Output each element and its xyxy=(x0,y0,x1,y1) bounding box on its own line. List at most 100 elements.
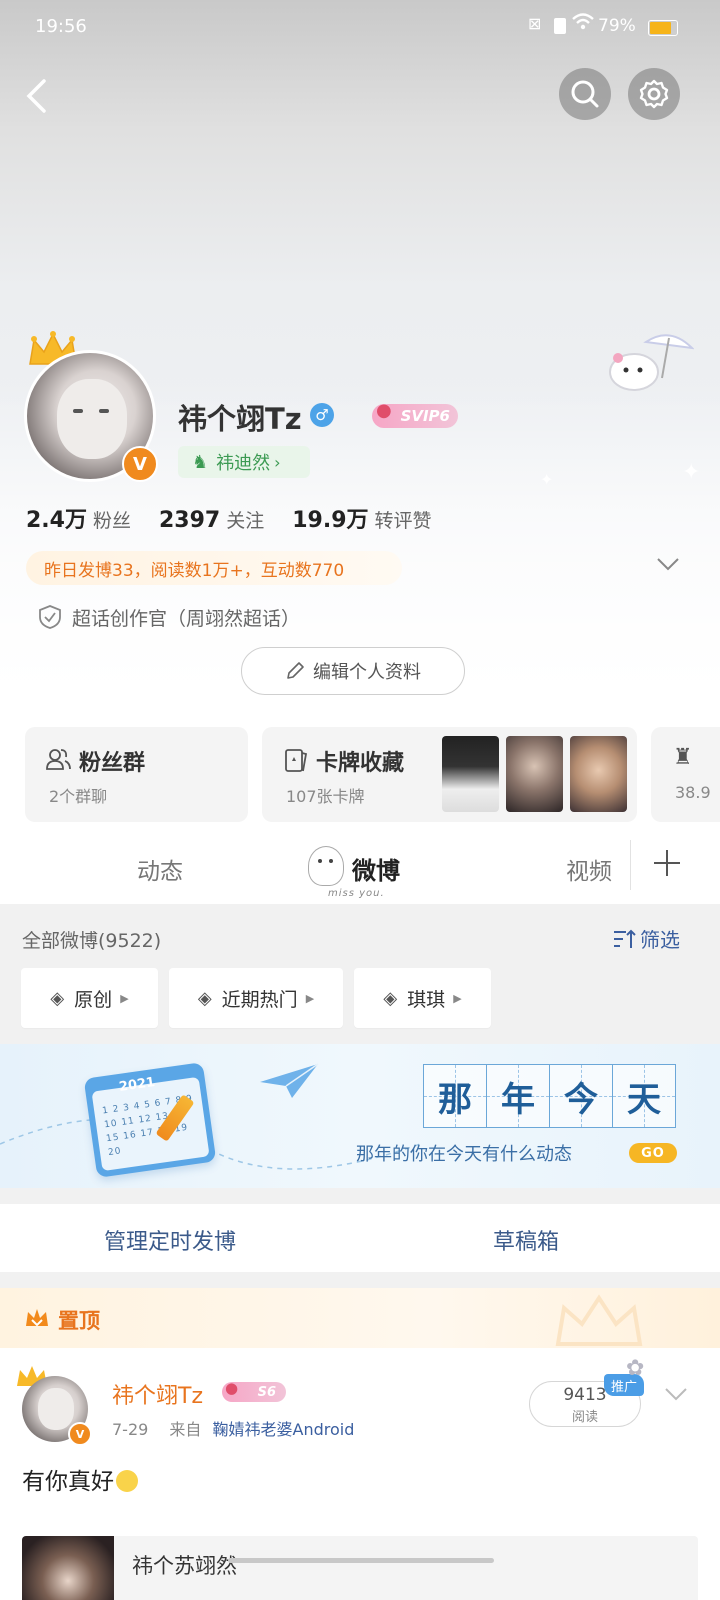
filter-label: 筛选 xyxy=(640,928,680,952)
trophy-icon: ♜ xyxy=(673,745,693,770)
supertopic-role[interactable]: 超话创作官（周翊然超话） xyxy=(72,604,300,631)
expand-chevron-icon[interactable] xyxy=(656,556,680,576)
wifi-icon xyxy=(572,12,594,37)
fan-group-sub: 2个群聊 xyxy=(49,787,108,806)
search-button[interactable] xyxy=(559,68,611,120)
post-source[interactable]: 鞠婧祎老婆Android xyxy=(213,1420,355,1439)
filter-button[interactable]: 筛选 xyxy=(612,924,680,953)
tab-weibo[interactable]: 微博 xyxy=(352,851,400,886)
s6-badge[interactable]: ● S6 xyxy=(222,1379,286,1402)
preview-thumbnail xyxy=(22,1536,114,1600)
scheduled-posts-button[interactable]: 管理定时发博 xyxy=(104,1224,236,1256)
group-tag-label: 祎迪然 xyxy=(216,453,271,474)
post-meta: 7-29 来自 鞠婧祎老婆Android xyxy=(112,1416,354,1440)
search-icon xyxy=(571,80,599,108)
extra-card[interactable]: ♜ 38.9 xyxy=(651,727,720,822)
strawberry-icon: ● xyxy=(376,400,392,421)
caret-right-icon: ▶ xyxy=(120,991,129,1005)
add-tab-button[interactable] xyxy=(652,848,682,882)
stat-followers[interactable]: 2.4万 粉丝 xyxy=(26,502,131,534)
pinned-label: 置顶 xyxy=(58,1309,100,1333)
back-button[interactable] xyxy=(22,78,52,114)
svip-badge[interactable]: ● SVIP6 xyxy=(372,400,458,428)
layers-icon: ◈ xyxy=(383,987,398,1009)
all-posts-count: 全部微博(9522) xyxy=(22,930,162,952)
status-time: 19:56 xyxy=(35,16,87,37)
card-thumbnail[interactable] xyxy=(570,736,627,812)
daily-summary-text: 昨日发博33，阅读数1万+，互动数770 xyxy=(44,560,345,581)
card-collection-sub: 107张卡牌 xyxy=(286,787,365,806)
tab-dynamics[interactable]: 动态 xyxy=(137,852,183,886)
pencil-icon xyxy=(287,662,304,679)
sim-icon xyxy=(554,18,566,34)
pinned-header: 置顶 xyxy=(0,1288,720,1348)
strawberry-icon: ● xyxy=(225,1379,239,1397)
calendar-icon: 2021 1 2 3 4 5 6 7 8 9 10 11 12 13 14 15… xyxy=(83,1062,217,1178)
caret-right-icon: ▶ xyxy=(305,991,315,1005)
svip-label: SVIP6 xyxy=(400,407,450,425)
filter-icon xyxy=(614,929,636,948)
card-thumbnail[interactable] xyxy=(506,736,563,812)
card-icon xyxy=(285,749,308,772)
filter-original[interactable]: ◈ 原创 ▶ xyxy=(21,968,158,1028)
post-author[interactable]: 祎个翊Tz xyxy=(112,1378,203,1410)
preview-title: 祎个苏翊然 xyxy=(132,1554,237,1578)
stat-interactions[interactable]: 19.9万 转评赞 xyxy=(292,502,431,534)
edit-profile-button[interactable]: 编辑个人资料 xyxy=(241,647,465,695)
section-gap xyxy=(0,1272,720,1288)
post-date: 7-29 xyxy=(112,1420,149,1439)
tab-video[interactable]: 视频 xyxy=(566,852,612,886)
drafts-button[interactable]: 草稿箱 xyxy=(493,1224,559,1256)
card-collection-title: 卡牌收藏 xyxy=(316,751,405,776)
post-menu-chevron-icon[interactable] xyxy=(664,1386,688,1402)
paper-plane-icon xyxy=(260,1063,319,1098)
on-this-day-banner[interactable]: 2021 1 2 3 4 5 6 7 8 9 10 11 12 13 14 15… xyxy=(0,1044,720,1188)
ghost-icon xyxy=(308,846,344,886)
banner-title-char: 那 xyxy=(423,1064,487,1128)
read-label: 阅读 xyxy=(571,1410,598,1425)
embedded-preview[interactable]: 祎个苏翊然 xyxy=(22,1536,698,1600)
shield-icon xyxy=(38,604,62,634)
pin-crown-icon xyxy=(26,1309,48,1327)
settings-button[interactable] xyxy=(628,68,680,120)
layers-icon: ◈ xyxy=(50,987,65,1009)
sparkle-icon: ✦ xyxy=(682,460,701,485)
post-from: 来自 xyxy=(169,1420,202,1439)
edit-profile-label: 编辑个人资料 xyxy=(313,662,421,683)
crown-watermark-icon xyxy=(555,1294,643,1346)
fan-group-title: 粉丝群 xyxy=(79,751,146,776)
daily-summary[interactable]: 昨日发博33，阅读数1万+，互动数770 xyxy=(26,551,402,585)
fan-group-card[interactable]: 粉丝群 2个群聊 xyxy=(25,727,248,822)
pinned-post[interactable]: V 祎个翊Tz ● S6 7-29 来自 鞠婧祎老婆Android 9413 阅… xyxy=(0,1348,720,1538)
banner-title-char: 天 xyxy=(613,1064,676,1128)
rabbit-decoration-icon: ✿ xyxy=(626,1356,645,1381)
feed-filter-area: 全部微博(9522) 筛选 ◈ 原创 ▶ ◈ 近期热门 ▶ ◈ 琪琪 ▶ xyxy=(0,904,720,1044)
filter-recent-hot[interactable]: ◈ 近期热门 ▶ xyxy=(169,968,343,1028)
battery-text: 79% xyxy=(598,16,636,36)
emoji-icon xyxy=(116,1470,138,1492)
extra-card-sub: 38.9 xyxy=(675,783,711,802)
group-icon xyxy=(46,749,71,770)
male-gender-icon: ♂ xyxy=(310,403,334,427)
plus-icon xyxy=(654,850,680,876)
section-gap xyxy=(0,1188,720,1204)
verified-v-icon: V xyxy=(68,1422,92,1446)
post-content: 有你真好 xyxy=(22,1462,138,1496)
gear-icon xyxy=(639,79,669,109)
stat-following[interactable]: 2397 关注 xyxy=(159,506,264,533)
card-collection-card[interactable]: 卡牌收藏 107张卡牌 xyxy=(262,727,637,822)
battery-icon xyxy=(648,20,678,36)
filter-qiqi[interactable]: ◈ 琪琪 ▶ xyxy=(354,968,491,1028)
tab-divider xyxy=(630,840,631,890)
tab-weibo-decoration: miss you. xyxy=(328,888,385,899)
banner-go-button[interactable]: GO xyxy=(629,1143,677,1163)
caret-right-icon: ▶ xyxy=(453,991,462,1005)
card-thumbnail[interactable] xyxy=(442,736,499,812)
post-actions-row: 管理定时发博 草稿箱 xyxy=(0,1204,720,1272)
signal-icon: ⊠ xyxy=(528,14,542,33)
verified-v-icon: V xyxy=(122,446,158,482)
group-tag[interactable]: ♞ 祎迪然 › xyxy=(178,446,310,478)
chevron-right-icon: › xyxy=(274,452,281,472)
sparkle-icon: ✦ xyxy=(540,470,554,489)
chevron-left-icon xyxy=(26,79,46,113)
